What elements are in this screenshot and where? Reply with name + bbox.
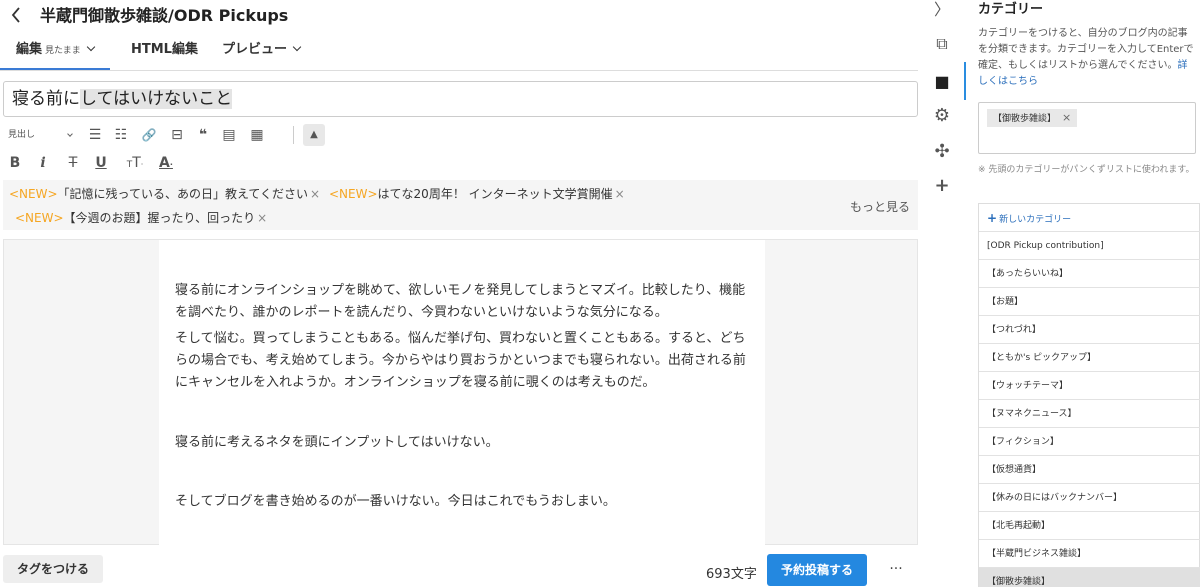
chevron-down-icon bbox=[86, 42, 95, 52]
tab-preview[interactable]: プレビュー bbox=[222, 34, 302, 70]
new-category-label: 新しいカテゴリー bbox=[999, 215, 1072, 225]
category-chip: 【御散歩雑談】 × bbox=[987, 109, 1078, 127]
close-icon[interactable]: × bbox=[310, 187, 320, 201]
list-number-icon[interactable]: ☷ bbox=[110, 124, 132, 146]
chevron-left-icon bbox=[11, 7, 20, 23]
body-paragraph-1: 寝る前にオンラインショップを眺めて、欲しいモノを発見してしまうとマズイ。比較した… bbox=[175, 283, 746, 320]
notice-item-3[interactable]: <NEW>【今週のお題】握ったり、回ったり × bbox=[15, 210, 267, 226]
category-description: カテゴリーをつけると、自分のブログ内の記事を分類できます。カテゴリーを入力してE… bbox=[978, 26, 1196, 90]
category-item[interactable]: 【仮想通貨】 bbox=[979, 456, 1200, 484]
text-color-icon[interactable]: A· bbox=[152, 152, 180, 174]
italic-icon[interactable]: i bbox=[34, 152, 52, 174]
char-count: 693文字 bbox=[706, 567, 757, 582]
body-paragraph-4: そしてブログを書き始めるのが一番いけない。今日はこれでもうおしまい。 bbox=[175, 494, 616, 509]
category-item[interactable]: 【休みの日にはバックナンバー】 bbox=[979, 484, 1200, 512]
editor-footer: タグをつける 693文字 予約投稿する ··· bbox=[0, 549, 918, 587]
close-icon[interactable]: × bbox=[615, 187, 625, 201]
tab-html-edit[interactable]: HTML編集 bbox=[131, 34, 198, 70]
tab-html-label: HTML編集 bbox=[131, 42, 198, 57]
post-title-part1: 寝る前に bbox=[12, 89, 80, 109]
caret-down-icon bbox=[67, 131, 73, 137]
schedule-publish-button[interactable]: 予約投稿する bbox=[767, 554, 867, 586]
category-item[interactable]: [ODR Pickup contribution] bbox=[979, 232, 1200, 260]
back-button[interactable] bbox=[10, 6, 26, 26]
category-panel-title: カテゴリー bbox=[978, 2, 1044, 17]
format-toolbar-row2: B i T U TT· A· bbox=[6, 152, 346, 174]
notice-bar: <NEW>「記憶に残っている、あの日」教えてください × <NEW>はてな20周年… bbox=[3, 180, 918, 230]
add-tag-button[interactable]: タグをつける bbox=[3, 555, 103, 583]
plus-icon: + bbox=[987, 211, 998, 225]
body-paragraph-2: そして悩む。買ってしまうこともある。悩んだ挙げ句、買わないと置くこともある。する… bbox=[175, 331, 746, 390]
link-icon[interactable]: 🔗 bbox=[138, 124, 160, 146]
category-note: ※ 先頭のカテゴリーがパンくずリストに使われます。 bbox=[978, 165, 1195, 175]
font-size-icon[interactable]: TT· bbox=[120, 152, 150, 174]
post-title-highlight: してはいけないこと bbox=[80, 89, 233, 109]
blog-title: 半蔵門御散歩雑談/ODR Pickups bbox=[40, 6, 289, 25]
body-editor-area: 寝る前にオンラインショップを眺めて、欲しいモノを発見してしまうとマズイ。比較した… bbox=[3, 239, 918, 546]
notice-new-tag: <NEW> bbox=[9, 187, 58, 201]
toolbar-divider bbox=[293, 126, 294, 144]
post-title-input[interactable]: 寝る前にしてはいけないこと bbox=[3, 81, 918, 117]
tab-wysiwyg-edit[interactable]: 編集 見たまま bbox=[0, 34, 110, 70]
notice-item-2[interactable]: <NEW>はてな20周年！ インターネット文学賞開催 × bbox=[329, 186, 625, 202]
notice-new-tag: <NEW> bbox=[329, 187, 378, 201]
pinwheel-icon[interactable]: ✣ bbox=[928, 140, 956, 164]
category-description-text: カテゴリーをつけると、自分のブログ内の記事を分類できます。カテゴリーを入力してE… bbox=[978, 28, 1194, 71]
body-paragraph-3: 寝る前に考えるネタを頭にインプットしてはいけない。 bbox=[175, 435, 499, 450]
new-category-button[interactable]: + 新しいカテゴリー bbox=[979, 204, 1200, 232]
notices-more-link[interactable]: もっと見る bbox=[850, 198, 910, 215]
table-of-contents-icon[interactable]: ▤ bbox=[218, 124, 240, 146]
heading-select[interactable]: 見出し bbox=[6, 124, 76, 146]
underline-icon[interactable]: U bbox=[92, 152, 110, 174]
category-item-selected[interactable]: 【御散歩雑談】 bbox=[979, 568, 1200, 587]
category-item[interactable]: 【あったらいいね】 bbox=[979, 260, 1200, 288]
collapse-toolbar-button[interactable]: ▲ bbox=[303, 124, 325, 146]
photo-icon[interactable]: ⧉ bbox=[928, 32, 956, 56]
format-toolbar-row1: 見出し ☰ ☷ 🔗 ⊟ ❝ ▤ ▦ ▲ bbox=[6, 124, 346, 146]
tab-edit-label: 編集 bbox=[16, 42, 43, 57]
category-chip-label: 【御散歩雑談】 bbox=[993, 114, 1057, 124]
notice-text: 「記憶に残っている、あの日」教えてください bbox=[57, 187, 308, 201]
gear-icon[interactable]: ⚙ bbox=[928, 104, 956, 128]
category-item[interactable]: 【お題】 bbox=[979, 288, 1200, 316]
editor-header: 半蔵門御散歩雑談/ODR Pickups bbox=[0, 0, 918, 34]
chevron-down-icon bbox=[292, 42, 302, 52]
category-item[interactable]: 【北毛再起動】 bbox=[979, 512, 1200, 540]
tab-preview-label: プレビュー bbox=[222, 42, 288, 57]
editor-mode-tabs: 編集 見たまま HTML編集 プレビュー bbox=[0, 34, 918, 71]
category-item[interactable]: 【ヌマネクニュース】 bbox=[979, 400, 1200, 428]
notice-item-1[interactable]: <NEW>「記憶に残っている、あの日」教えてください × bbox=[9, 186, 320, 202]
category-item[interactable]: 【つれづれ】 bbox=[979, 316, 1200, 344]
tab-edit-sub: 見たまま bbox=[45, 46, 81, 56]
quote-icon[interactable]: ❝ bbox=[192, 124, 214, 146]
category-item[interactable]: 【ウォッチテーマ】 bbox=[979, 372, 1200, 400]
body-editor[interactable]: 寝る前にオンラインショップを眺めて、欲しいモノを発見してしまうとマズイ。比較した… bbox=[159, 240, 765, 546]
category-item[interactable]: 【ともか's ピックアップ】 bbox=[979, 344, 1200, 372]
category-input[interactable]: 【御散歩雑談】 × bbox=[978, 102, 1196, 154]
bold-icon[interactable]: B bbox=[6, 152, 24, 174]
category-item[interactable]: 【半蔵門ビジネス雑談】 bbox=[979, 540, 1200, 568]
sidebar-icon-rail: 〉 ⧉ ■ ⚙ ✣ + bbox=[918, 0, 967, 587]
category-panel: カテゴリー カテゴリーをつけると、自分のブログ内の記事を分類できます。カテゴリー… bbox=[966, 0, 1200, 587]
notice-text: はてな20周年！ インターネット文学賞開催 bbox=[377, 187, 613, 201]
plus-icon[interactable]: + bbox=[928, 174, 956, 198]
footnote-icon[interactable]: ▦ bbox=[246, 124, 268, 146]
category-list: + 新しいカテゴリー [ODR Pickup contribution] 【あった… bbox=[978, 203, 1200, 587]
notice-new-tag: <NEW> bbox=[15, 211, 64, 225]
folder-icon[interactable]: ■ bbox=[928, 70, 956, 94]
read-more-icon[interactable]: ⊟ bbox=[166, 124, 188, 146]
close-icon[interactable]: × bbox=[257, 211, 267, 225]
notice-text: 【今週のお題】握ったり、回ったり bbox=[63, 211, 256, 225]
close-icon[interactable]: × bbox=[1062, 111, 1071, 124]
list-bullet-icon[interactable]: ☰ bbox=[84, 124, 106, 146]
heading-select-value: 見出し bbox=[8, 130, 36, 140]
post-title-text: 寝る前にしてはいけないこと bbox=[12, 88, 233, 110]
chevron-right-icon[interactable]: 〉 bbox=[928, 0, 956, 22]
category-item[interactable]: 【フィクション】 bbox=[979, 428, 1200, 456]
editor-pane: 半蔵門御散歩雑談/ODR Pickups 編集 見たまま HTML編集 プレビュー… bbox=[0, 0, 918, 587]
strikethrough-icon[interactable]: T bbox=[62, 152, 84, 174]
more-options-button[interactable]: ··· bbox=[884, 561, 908, 579]
